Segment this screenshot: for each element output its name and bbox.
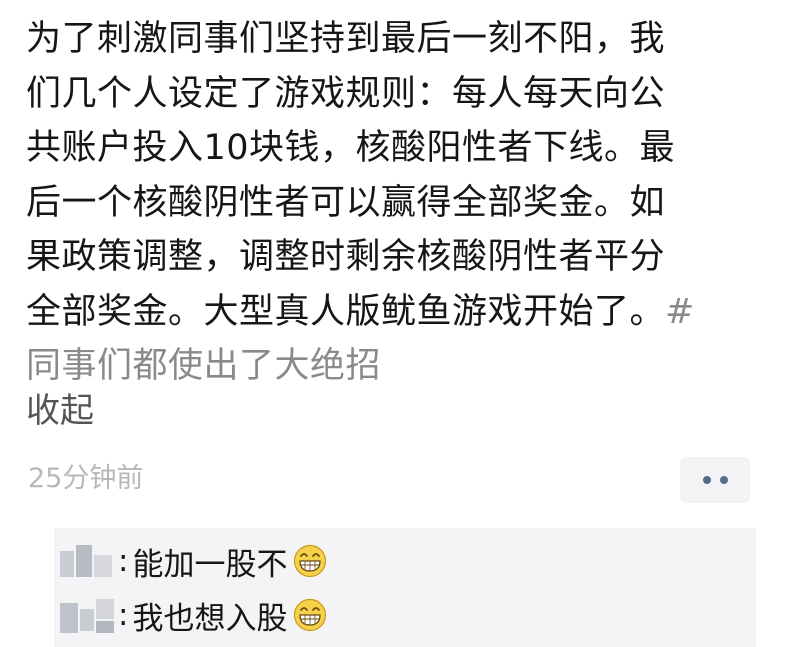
hashtag-link-text[interactable]: 同事们都使出了大绝招	[26, 339, 786, 394]
blurred-username[interactable]	[60, 595, 116, 635]
post-text: 为了刺激同事们坚持到最后一刻不阳，我 们几个人设定了游戏规则：每人每天向公 共账…	[26, 12, 786, 394]
comment-separator: :	[118, 543, 129, 579]
post-line-last: 全部奖金。大型真人版鱿鱼游戏开始了。#	[26, 285, 786, 340]
post-line-text: 全部奖金。大型真人版鱿鱼游戏开始了。	[26, 291, 666, 332]
comment-separator: :	[118, 597, 129, 633]
grin-emoji-icon	[294, 544, 327, 578]
post-line: 后一个核酸阴性者可以赢得全部奖金。如	[26, 182, 666, 223]
post-line: 共账户投入10块钱，核酸阳性者下线。最	[26, 128, 676, 168]
blurred-username[interactable]	[60, 541, 116, 581]
collapse-button[interactable]: 收起	[26, 384, 94, 438]
more-dots-icon	[719, 476, 728, 484]
comment-text: 我也想入股	[132, 600, 288, 637]
hashtag-link[interactable]: #	[665, 292, 695, 332]
post-line: 们几个人设定了游戏规则：每人每天向公	[26, 73, 666, 114]
post-timestamp: 25分钟前	[28, 463, 144, 494]
comment-section: : 能加一股不 : 我也想入股	[54, 528, 756, 647]
post-line: 果政策调整，调整时剩余核酸阴性者平分	[26, 237, 666, 277]
grin-emoji-icon	[294, 598, 327, 632]
comment-text: 能加一股不	[132, 546, 288, 583]
comment-item[interactable]: : 我也想入股	[54, 590, 327, 640]
more-options-button[interactable]	[680, 457, 750, 503]
more-dots-icon	[702, 476, 711, 484]
post-line: 为了刺激同事们坚持到最后一刻不阳，我	[26, 19, 666, 59]
comment-item[interactable]: : 能加一股不	[54, 536, 327, 586]
